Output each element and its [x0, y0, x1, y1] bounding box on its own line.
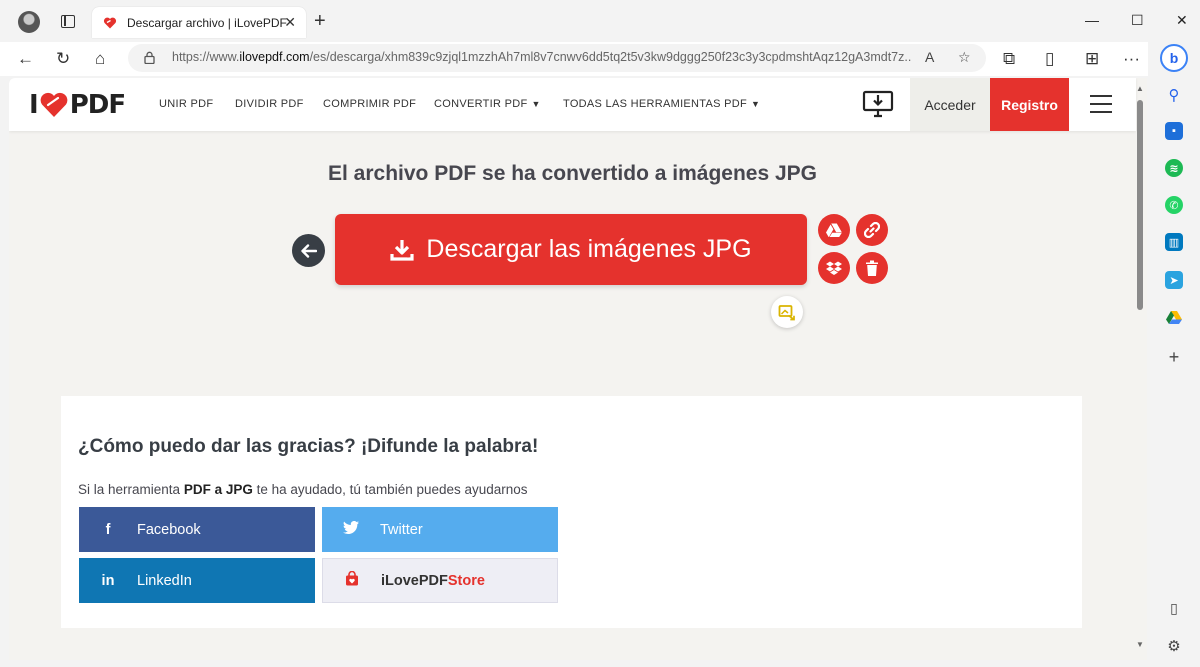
extensions-icon[interactable]: ⧉ — [1003, 48, 1015, 70]
tab-title: Descargar archivo | iLovePDF — [127, 15, 287, 30]
delete-file-button[interactable] — [856, 252, 888, 284]
favorite-star-icon[interactable]: ☆ — [958, 48, 971, 66]
collections-icon[interactable]: ⊞ — [1085, 48, 1099, 70]
add-sidebar-app-icon[interactable]: + — [1165, 347, 1183, 367]
page-scrollbar[interactable]: ▲ ▼ — [1136, 82, 1144, 652]
nav-todas-herramientas[interactable]: TODAS LAS HERRAMIENTAS PDF ▼ — [563, 98, 760, 110]
desktop-download-icon[interactable] — [862, 90, 894, 118]
minimize-button[interactable]: — — [1085, 12, 1099, 28]
google-drive-icon — [826, 223, 842, 237]
signup-button[interactable]: Registro — [990, 78, 1069, 131]
page-title: El archivo PDF se ha convertido a imágen… — [327, 162, 817, 185]
linkedin-icon: in — [101, 572, 115, 589]
address-bar[interactable]: https://www.ilovepdf.com/es/descarga/xhm… — [128, 44, 986, 72]
facebook-icon: f — [105, 521, 111, 538]
ilovepdf-logo[interactable]: I PDF — [29, 90, 126, 120]
page-viewport: I PDF UNIR PDF DIVIDIR PDF COMPRIMIR PDF… — [9, 78, 1147, 660]
trello-icon[interactable]: ▥ — [1165, 233, 1183, 251]
arrow-left-icon — [300, 243, 317, 258]
share-card: ¿Cómo puedo dar las gracias? ¡Difunde la… — [61, 396, 1082, 628]
lock-icon[interactable] — [144, 51, 155, 64]
edge-sidebar: b ⚲ ▪ ≋ ✆ ▥ ➤ + ▯ ⚙ — [1148, 42, 1200, 667]
browser-toolbar: ← ↻ ⌂ https://www.ilovepdf.com/es/descar… — [0, 42, 1200, 76]
nav-dividir-pdf[interactable]: DIVIDIR PDF — [235, 98, 304, 110]
split-screen-icon[interactable]: ▯ — [1045, 48, 1054, 70]
browser-tab-active[interactable]: Descargar archivo | iLovePDF ✕ — [92, 7, 306, 38]
ilovepdf-favicon-icon — [103, 16, 117, 30]
download-label: Descargar las imágenes JPG — [426, 235, 752, 263]
profile-avatar[interactable] — [18, 11, 40, 33]
share-facebook-button[interactable]: f Facebook — [79, 507, 315, 552]
refresh-icon[interactable]: ↻ — [56, 48, 70, 70]
back-arrow-icon[interactable]: ← — [17, 48, 34, 70]
read-aloud-icon[interactable]: A — [925, 48, 934, 66]
hamburger-menu-icon[interactable] — [1090, 95, 1112, 113]
twitter-bird-icon — [322, 520, 380, 538]
shopping-icon[interactable]: ▪ — [1165, 122, 1183, 140]
save-to-google-drive-button[interactable] — [818, 214, 850, 246]
dropbox-icon — [826, 261, 842, 275]
caret-down-icon: ▼ — [531, 99, 541, 109]
share-linkedin-button[interactable]: in LinkedIn — [79, 558, 315, 603]
share-subtitle: Si la herramienta PDF a JPG te ha ayudad… — [78, 482, 528, 497]
share-twitter-button[interactable]: Twitter — [322, 507, 558, 552]
scrollbar-thumb[interactable] — [1137, 100, 1143, 310]
caret-down-icon: ▼ — [751, 99, 761, 109]
image-preview-icon[interactable] — [771, 296, 803, 328]
more-menu-icon[interactable]: ··· — [1123, 48, 1140, 70]
download-icon — [390, 239, 415, 261]
heart-logo-icon — [40, 92, 68, 117]
copy-link-button[interactable] — [856, 214, 888, 246]
save-to-dropbox-button[interactable] — [818, 252, 850, 284]
login-button[interactable]: Acceder — [910, 78, 990, 131]
trash-icon — [866, 260, 878, 276]
url-text[interactable]: https://www.ilovepdf.com/es/descarga/xhm… — [172, 50, 912, 64]
shopping-bag-icon — [323, 570, 381, 590]
google-drive-icon[interactable] — [1165, 308, 1183, 326]
browser-tab-strip: Descargar archivo | iLovePDF ✕ + — ☐ ✕ — [0, 0, 1200, 42]
whatsapp-icon[interactable]: ✆ — [1165, 196, 1183, 214]
scroll-up-icon[interactable]: ▲ — [1136, 84, 1144, 93]
sidebar-settings-gear-icon[interactable]: ⚙ — [1165, 637, 1183, 655]
site-header: I PDF UNIR PDF DIVIDIR PDF COMPRIMIR PDF… — [9, 78, 1136, 131]
share-title: ¿Cómo puedo dar las gracias? ¡Difunde la… — [78, 436, 539, 457]
nav-comprimir-pdf[interactable]: COMPRIMIR PDF — [323, 98, 416, 110]
nav-unir-pdf[interactable]: UNIR PDF — [159, 98, 213, 110]
hide-sidebar-icon[interactable]: ▯ — [1165, 599, 1183, 617]
search-icon[interactable]: ⚲ — [1165, 86, 1183, 104]
back-button[interactable] — [292, 234, 325, 267]
maximize-button[interactable]: ☐ — [1131, 12, 1144, 28]
link-icon — [864, 222, 880, 238]
scroll-down-icon[interactable]: ▼ — [1136, 640, 1144, 649]
download-jpg-button[interactable]: Descargar las imágenes JPG — [335, 214, 807, 285]
ilovepdf-store-button[interactable]: iLovePDFStore — [322, 558, 558, 603]
tab-close-icon[interactable]: ✕ — [284, 15, 296, 29]
nav-convertir-pdf[interactable]: CONVERTIR PDF ▼ — [434, 98, 541, 110]
telegram-icon[interactable]: ➤ — [1165, 271, 1183, 289]
home-icon[interactable]: ⌂ — [95, 48, 105, 70]
bing-copilot-icon[interactable]: b — [1160, 44, 1188, 72]
tab-actions-icon[interactable] — [61, 15, 75, 28]
close-window-button[interactable]: ✕ — [1176, 12, 1188, 28]
spotify-icon[interactable]: ≋ — [1165, 159, 1183, 177]
new-tab-button[interactable]: + — [314, 11, 326, 31]
